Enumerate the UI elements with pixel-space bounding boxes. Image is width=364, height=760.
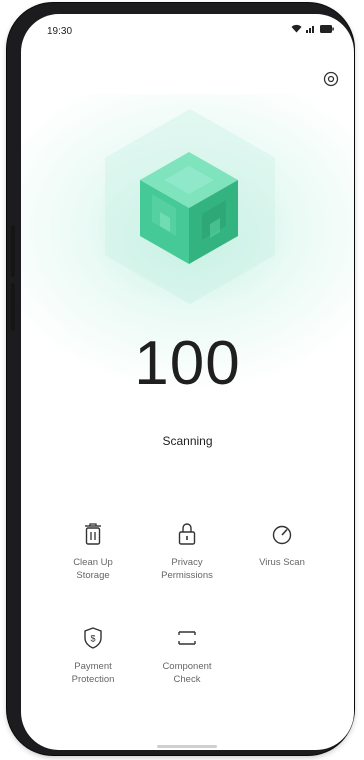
component-icon — [178, 631, 196, 645]
svg-text:$: $ — [90, 634, 95, 644]
speedometer-icon — [272, 525, 292, 545]
wifi-icon — [291, 24, 302, 33]
signal-icon — [306, 26, 314, 33]
settings-icon[interactable] — [322, 70, 340, 88]
virus-scan-button[interactable]: Virus Scan — [237, 522, 327, 569]
payment-protection-button[interactable]: $ Payment Protection — [48, 626, 138, 686]
tool-label: Component Check — [162, 661, 212, 685]
status-icons — [291, 24, 334, 33]
tool-label: Clean Up Storage — [73, 557, 113, 581]
battery-icon — [320, 24, 334, 33]
shield-dollar-icon: $ — [84, 627, 102, 649]
trash-icon — [85, 523, 101, 545]
scan-status: Scanning — [162, 434, 213, 448]
status-bar: 19:30 — [21, 14, 354, 44]
phone-frame: 19:30 100 Scanning Clean Up Storage Priv… — [7, 3, 354, 755]
lock-icon — [178, 523, 196, 545]
tool-label: Privacy Permissions — [161, 557, 213, 581]
home-indicator — [157, 745, 217, 748]
side-button-volume-up — [11, 225, 15, 277]
tool-label: Virus Scan — [259, 557, 305, 568]
scan-score: 100 — [134, 329, 241, 398]
clean-up-storage-button[interactable]: Clean Up Storage — [48, 522, 138, 582]
side-button-volume-down — [11, 283, 15, 331]
privacy-permissions-button[interactable]: Privacy Permissions — [142, 522, 232, 582]
status-time: 19:30 — [47, 26, 73, 37]
component-check-button[interactable]: Component Check — [142, 626, 232, 686]
screen: 19:30 100 Scanning Clean Up Storage Priv… — [21, 14, 354, 750]
cube-illustration — [140, 152, 238, 264]
tool-label: Payment Protection — [71, 661, 115, 685]
